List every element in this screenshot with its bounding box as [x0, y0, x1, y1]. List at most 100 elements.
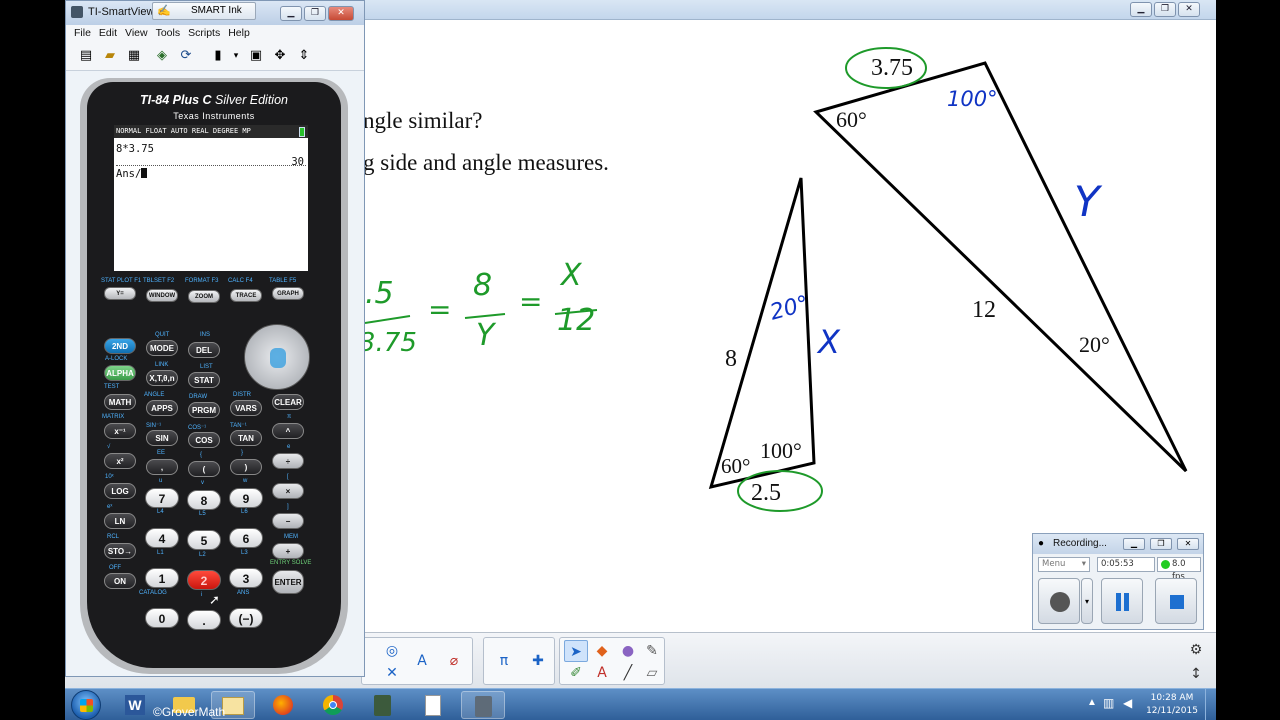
menu-edit[interactable]: Edit: [99, 27, 117, 39]
key-negative[interactable]: (−): [229, 608, 263, 628]
start-button[interactable]: [71, 690, 101, 720]
key-4[interactable]: 4: [145, 528, 179, 548]
key-log[interactable]: LOG: [104, 483, 136, 499]
emulator-icon[interactable]: ◈: [152, 46, 172, 66]
document-icon[interactable]: [411, 691, 455, 719]
key-comma[interactable]: ,: [146, 459, 178, 475]
key-7[interactable]: 7: [145, 488, 179, 508]
key-1[interactable]: 1: [145, 568, 179, 588]
key-square[interactable]: x²: [104, 453, 136, 469]
maximize-button[interactable]: ❐: [1154, 2, 1176, 17]
key-power[interactable]: ^: [272, 423, 304, 439]
ti-close-button[interactable]: ✕: [328, 6, 354, 21]
fill-icon[interactable]: ◆: [590, 640, 614, 662]
key-y-equals[interactable]: Y=: [104, 287, 136, 300]
key-zoom[interactable]: ZOOM: [188, 290, 220, 303]
screen-capture-icon[interactable]: ▣: [246, 46, 266, 66]
key-minus[interactable]: −: [272, 513, 304, 529]
key-xt[interactable]: X,T,θ,n: [146, 370, 178, 386]
pause-button[interactable]: [1101, 578, 1143, 624]
key-stat[interactable]: STAT: [188, 372, 220, 388]
arrow-pad[interactable]: [244, 324, 310, 390]
puzzle-icon[interactable]: ✚: [526, 650, 550, 672]
calculator-app-icon[interactable]: [361, 691, 405, 719]
key-clear[interactable]: CLEAR: [272, 394, 304, 410]
ti-maximize-button[interactable]: ❐: [304, 6, 326, 21]
recording-maximize-button[interactable]: ❐: [1150, 538, 1172, 550]
settings-icon[interactable]: ⚙: [1182, 639, 1210, 661]
menu-tools[interactable]: Tools: [156, 27, 181, 39]
doc-camera-icon[interactable]: ✕: [380, 662, 404, 684]
recording-menu-dropdown[interactable]: Menu ▾: [1038, 557, 1090, 572]
menu-help[interactable]: Help: [228, 27, 250, 39]
close-button[interactable]: ✕: [1178, 2, 1200, 17]
eraser-icon[interactable]: ▱: [640, 662, 664, 684]
math-tools-icon[interactable]: ⌀: [442, 650, 466, 672]
key-sin[interactable]: SIN: [146, 430, 178, 446]
key-multiply[interactable]: ×: [272, 483, 304, 499]
pi-icon[interactable]: π: [492, 650, 516, 672]
key-mode[interactable]: MODE: [146, 340, 178, 356]
record-options-button[interactable]: ▾: [1081, 578, 1093, 624]
key-del[interactable]: DEL: [188, 342, 220, 358]
speaker-icon[interactable]: ◀: [1123, 696, 1132, 710]
recording-minimize-button[interactable]: ▁: [1123, 538, 1145, 550]
save-icon[interactable]: ▦: [124, 46, 144, 66]
key-cos[interactable]: COS: [188, 432, 220, 448]
key-divide[interactable]: ÷: [272, 453, 304, 469]
show-desktop-button[interactable]: [1205, 689, 1216, 720]
key-3[interactable]: 3: [229, 568, 263, 588]
shape-recognition-icon[interactable]: ◎: [380, 640, 404, 662]
key-alpha[interactable]: ALPHA: [104, 365, 136, 381]
key-sto[interactable]: STO→: [104, 543, 136, 559]
text-icon[interactable]: A: [590, 662, 614, 684]
key-math[interactable]: MATH: [104, 394, 136, 410]
menu-scripts[interactable]: Scripts: [188, 27, 220, 39]
show-hidden-icons[interactable]: ▲: [1087, 697, 1097, 708]
ti-minimize-button[interactable]: ▁: [280, 6, 302, 21]
resize-icon[interactable]: ⇕: [294, 46, 314, 66]
key-window[interactable]: WINDOW: [146, 289, 178, 302]
calculator-view-icon[interactable]: ▮: [208, 46, 228, 66]
menu-file[interactable]: File: [74, 27, 91, 39]
magic-pen-icon[interactable]: ✎: [640, 640, 664, 662]
key-rparen[interactable]: ): [230, 459, 262, 475]
key-enter[interactable]: ENTER: [272, 570, 304, 594]
key-plus[interactable]: +: [272, 543, 304, 559]
key-prgm[interactable]: PRGM: [188, 402, 220, 418]
key-0[interactable]: 0: [145, 608, 179, 628]
stop-button[interactable]: [1155, 578, 1197, 624]
key-lparen[interactable]: (: [188, 461, 220, 477]
sync-icon[interactable]: ⟳: [176, 46, 196, 66]
chrome-icon[interactable]: [311, 691, 355, 719]
key-6[interactable]: 6: [229, 528, 263, 548]
firefox-icon[interactable]: [261, 691, 305, 719]
key-vars[interactable]: VARS: [230, 400, 262, 416]
open-folder-icon[interactable]: ▰: [100, 46, 120, 66]
key-apps[interactable]: APPS: [146, 400, 178, 416]
key-trace[interactable]: TRACE: [230, 289, 262, 302]
pens-icon[interactable]: ✐: [564, 662, 588, 684]
key-ln[interactable]: LN: [104, 513, 136, 529]
key-8[interactable]: 8: [187, 490, 221, 510]
smart-ink-toolbar[interactable]: ✍ SMART Ink: [152, 2, 256, 20]
minimize-button[interactable]: ▁: [1130, 2, 1152, 17]
key-decimal[interactable]: .: [187, 610, 221, 630]
recording-close-button[interactable]: ✕: [1177, 538, 1199, 550]
record-button[interactable]: [1038, 578, 1080, 624]
line-icon[interactable]: ╱: [616, 662, 640, 684]
dropdown-icon[interactable]: ▾: [226, 46, 246, 66]
key-tan[interactable]: TAN: [230, 430, 262, 446]
smartview-icon[interactable]: [461, 691, 505, 719]
menu-view[interactable]: View: [125, 27, 148, 39]
key-2[interactable]: 2: [187, 570, 221, 590]
key-9[interactable]: 9: [229, 488, 263, 508]
key-5[interactable]: 5: [187, 530, 221, 550]
shape-icon[interactable]: ●: [616, 640, 640, 662]
key-on[interactable]: ON: [104, 573, 136, 589]
key-inverse[interactable]: x⁻¹: [104, 423, 136, 439]
new-file-icon[interactable]: ▤: [76, 46, 96, 66]
network-icon[interactable]: ▥: [1103, 696, 1114, 710]
key-press-icon[interactable]: ✥: [270, 46, 290, 66]
tray-clock[interactable]: 10:28 AM 12/11/2015: [1142, 692, 1202, 718]
